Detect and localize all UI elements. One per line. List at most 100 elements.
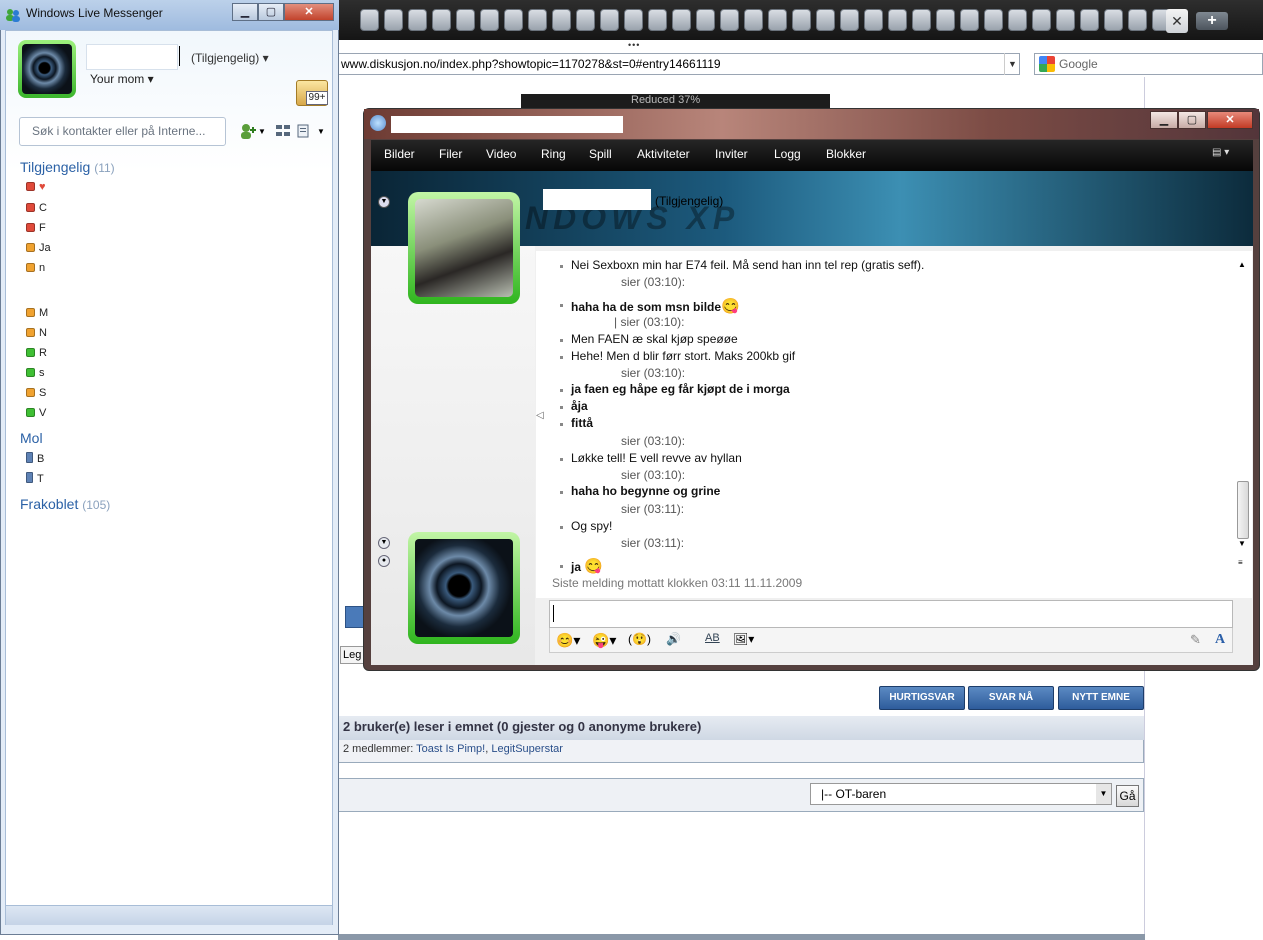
contact-item[interactable]: B [26,452,44,466]
contact-search-input[interactable]: Søk i kontakter eller på Interne... [19,117,226,146]
browser-tab[interactable] [888,9,907,31]
browser-tab[interactable] [576,9,595,31]
browser-tab[interactable] [744,9,763,31]
browser-tab[interactable] [408,9,427,31]
browser-tab[interactable] [1128,9,1147,31]
browser-tab[interactable] [864,9,883,31]
group-header-mobile[interactable]: Mol [20,430,43,446]
contact-item[interactable]: R [26,347,47,361]
scroll-down-icon[interactable]: ▼ [1238,539,1246,548]
nudge-icon[interactable]: (😲) [628,632,651,646]
font-icon[interactable]: A [1215,632,1225,648]
handwriting-icon[interactable]: ✎ [1190,632,1201,648]
message-input[interactable] [549,600,1233,628]
close-tab-button[interactable]: ✕ [1166,9,1188,33]
browser-tab[interactable] [1032,9,1051,31]
maximize-button[interactable]: ▢ [258,3,284,21]
browser-tab[interactable] [960,9,979,31]
contact-item[interactable]: n [26,262,45,276]
menu-log[interactable]: Logg [774,147,801,161]
collapse-icon[interactable]: ▼ [378,196,390,208]
contact-item[interactable]: ♥ [26,181,46,195]
background-menu-icon[interactable]: 🖼▾ [733,632,754,646]
chevron-down-icon[interactable]: ▼ [1096,784,1111,804]
menu-call[interactable]: Ring [541,147,566,161]
chevron-down-icon[interactable]: ▼ [258,127,266,136]
browser-tab[interactable] [768,9,787,31]
contact-item[interactable]: F [26,222,46,236]
browser-tab[interactable] [504,9,523,31]
emoticon-menu-icon[interactable]: 😊▾ [556,632,580,649]
browser-tab[interactable] [456,9,475,31]
options-menu-icon[interactable]: ▤ ▾ [1212,147,1240,163]
browser-tab[interactable] [1104,9,1123,31]
contact-item[interactable]: S [26,387,46,401]
reply-now-button[interactable]: SVAR NÅ [968,686,1054,710]
menu-block[interactable]: Blokker [826,147,866,161]
change-view-icon[interactable] [274,123,292,140]
voice-clip-icon[interactable]: 🔊 [666,632,681,646]
menu-activities[interactable]: Aktiviteter [637,147,690,161]
browser-tab[interactable] [528,9,547,31]
browser-tab[interactable] [1008,9,1027,31]
contact-avatar[interactable] [408,192,520,304]
group-header-offline[interactable]: Frakoblet (105) [20,496,110,512]
new-topic-button[interactable]: NYTT EMNE [1058,686,1144,710]
chevron-down-icon[interactable]: ▼ [317,127,325,136]
browser-tab[interactable] [360,9,379,31]
up-arrow-icon[interactable] [345,606,365,628]
contact-item[interactable]: N [26,327,47,341]
browser-tab[interactable] [672,9,691,31]
forum-jump-select[interactable]: |-- OT-baren [810,783,1112,805]
browser-tab[interactable] [600,9,619,31]
browser-tab[interactable] [1056,9,1075,31]
browser-tab[interactable] [720,9,739,31]
status-selector[interactable]: (Tilgjengelig) ▾ [191,51,269,65]
menu-icon[interactable] [296,123,314,140]
add-contact-icon[interactable] [238,123,256,140]
browser-tab[interactable] [840,9,859,31]
browser-tab[interactable] [1080,9,1099,31]
contact-item[interactable]: s [26,367,45,381]
webcam-icon[interactable]: ● [378,555,390,567]
scrollbar-thumb[interactable] [1237,481,1249,539]
browser-tab[interactable] [696,9,715,31]
scroll-up-icon[interactable]: ▲ [1238,260,1246,269]
font-size-icon[interactable]: AB [705,632,720,644]
member-link[interactable]: LegitSuperstar [491,743,563,755]
menu-files[interactable]: Filer [439,147,462,161]
pane-resize-handle[interactable]: ◁ [536,410,546,430]
minimize-button[interactable]: ▁ [232,3,258,21]
display-name[interactable] [86,44,178,70]
browser-tab[interactable] [792,9,811,31]
group-header-available[interactable]: Tilgjengelig (11) [20,159,115,175]
new-tab-button[interactable]: + [1196,12,1228,30]
close-button[interactable]: ✕ [1207,111,1253,129]
wink-menu-icon[interactable]: 😜▾ [592,632,616,649]
contact-item[interactable]: C [26,202,47,216]
personal-message[interactable]: Your mom ▾ [90,72,154,86]
menu-video[interactable]: Video [486,147,516,161]
member-link[interactable]: Toast Is Pimp! [416,743,485,755]
close-button[interactable]: ✕ [284,3,334,21]
quick-reply-button[interactable]: HURTIGSVAR [879,686,965,710]
my-avatar[interactable] [18,40,76,98]
contact-item[interactable]: T [26,472,44,486]
menu-invite[interactable]: Inviter [715,147,748,161]
contact-item[interactable]: Ja [26,242,51,256]
browser-tab[interactable] [816,9,835,31]
browser-tab[interactable] [480,9,499,31]
menu-games[interactable]: Spill [589,147,612,161]
maximize-button[interactable]: ▢ [1178,111,1206,129]
menu-pictures[interactable]: Bilder [384,147,415,161]
browser-tab[interactable] [432,9,451,31]
browser-tab[interactable] [912,9,931,31]
scroll-end-icon[interactable]: ≡ [1238,558,1243,567]
chevron-down-icon[interactable]: ▼ [378,537,390,549]
minimize-button[interactable]: ▁ [1150,111,1178,129]
browser-tab[interactable] [552,9,571,31]
browser-tab[interactable] [936,9,955,31]
contact-item[interactable]: V [26,407,46,421]
browser-tab[interactable] [624,9,643,31]
browser-tab[interactable] [384,9,403,31]
